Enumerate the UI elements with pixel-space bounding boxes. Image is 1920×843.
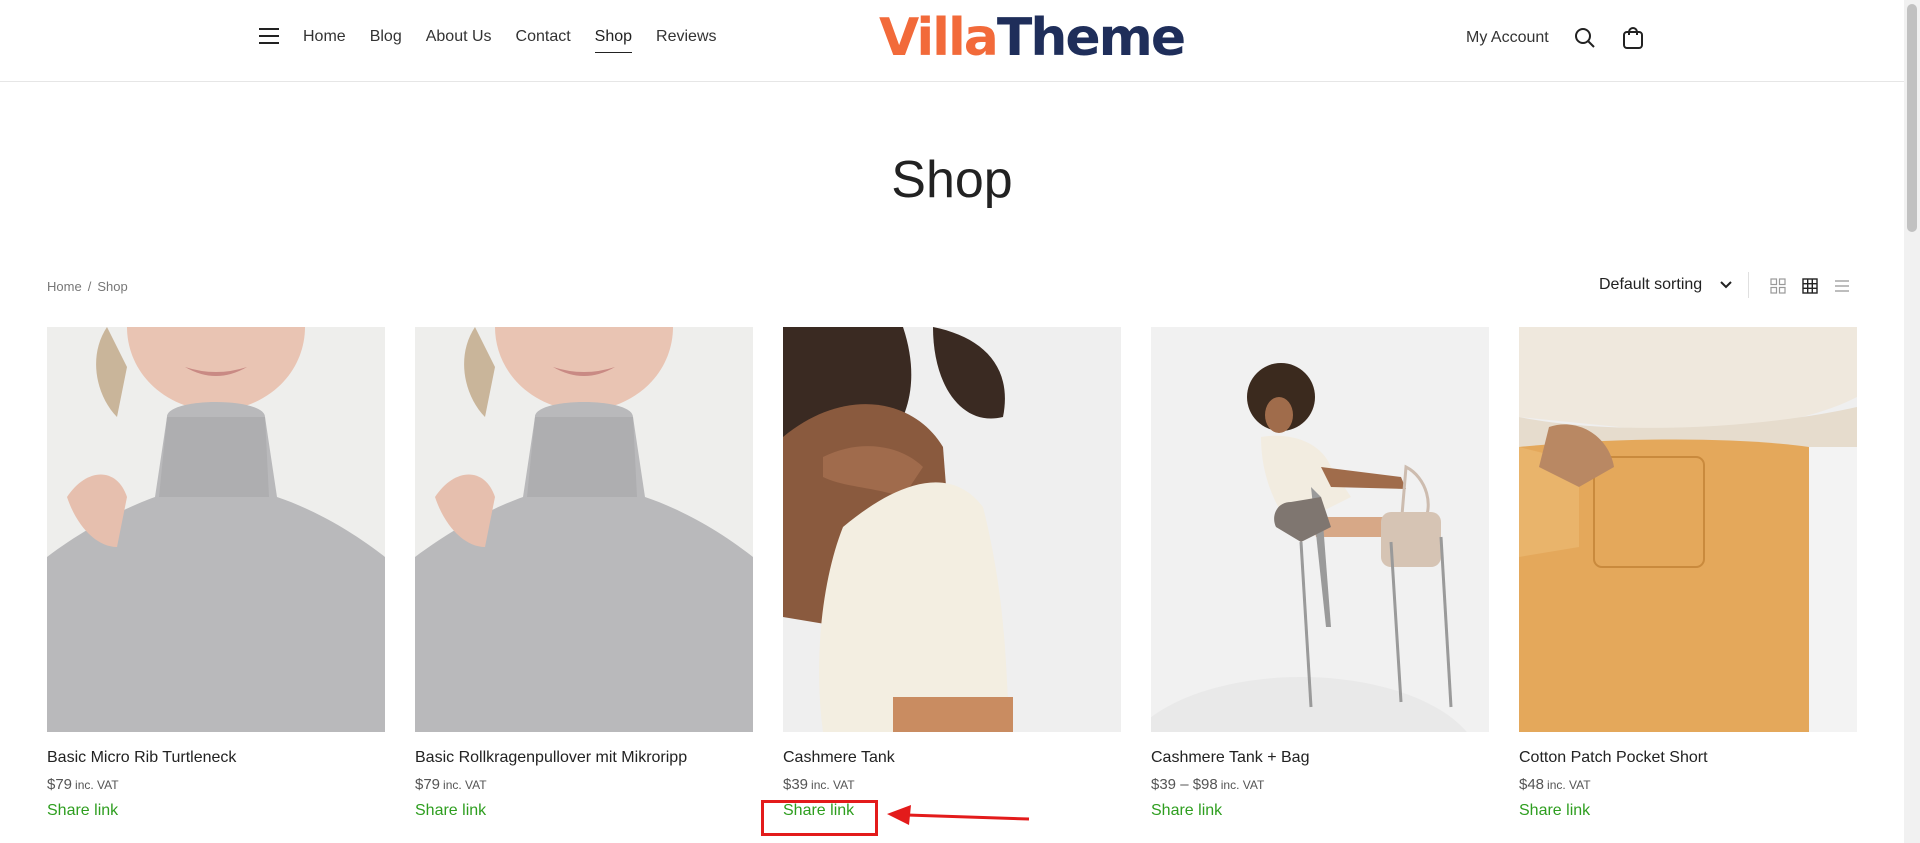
- product-card: Basic Micro Rib Turtleneck $79 inc. VAT S…: [47, 327, 385, 820]
- share-link[interactable]: Share link: [415, 802, 486, 820]
- price-value: $39 – $98: [1151, 776, 1218, 793]
- price-value: $39: [783, 776, 809, 793]
- grid-icon[interactable]: [1802, 278, 1818, 294]
- product-name[interactable]: Basic Rollkragenpullover mit Mikroripp: [415, 749, 753, 767]
- share-link[interactable]: Share link: [47, 802, 118, 820]
- product-name[interactable]: Cotton Patch Pocket Short: [1519, 749, 1857, 767]
- price-value: $79: [47, 776, 73, 793]
- logo-part-villa: Villa: [879, 8, 999, 68]
- cart-icon[interactable]: [1621, 26, 1645, 50]
- scrollbar-thumb[interactable]: [1907, 4, 1917, 232]
- my-account-link[interactable]: My Account: [1466, 29, 1549, 47]
- share-link[interactable]: Share link: [1151, 802, 1222, 820]
- product-image[interactable]: [47, 327, 385, 732]
- search-icon[interactable]: [1573, 26, 1597, 50]
- product-name[interactable]: Basic Micro Rib Turtleneck: [47, 749, 385, 767]
- product-image[interactable]: [783, 327, 1121, 732]
- annotation-arrow-icon: [887, 805, 1030, 825]
- breadcrumb-separator: /: [87, 279, 92, 294]
- product-price: $79 inc. VAT: [47, 776, 385, 793]
- product-card: Cotton Patch Pocket Short $48 inc. VAT Sh…: [1519, 327, 1857, 820]
- product-image[interactable]: [1151, 327, 1489, 732]
- product-card: Cashmere Tank $39 inc. VAT Share link: [783, 327, 1121, 820]
- main-nav: Home Blog About Us Contact Shop Reviews: [303, 28, 741, 53]
- product-price: $39 – $98 inc. VAT: [1151, 776, 1489, 793]
- product-card: Cashmere Tank + Bag $39 – $98 inc. VAT Sh…: [1151, 327, 1489, 820]
- page-scrollbar[interactable]: [1904, 0, 1920, 843]
- price-value: $48: [1519, 776, 1545, 793]
- sorting-label: Default sorting: [1599, 276, 1703, 293]
- nav-reviews[interactable]: Reviews: [656, 28, 716, 53]
- breadcrumb: Home / Shop: [47, 279, 128, 294]
- logo-part-theme: Theme: [996, 8, 1186, 68]
- vat-label: inc. VAT: [811, 778, 855, 792]
- product-price: $39 inc. VAT: [783, 776, 1121, 793]
- nav-contact[interactable]: Contact: [516, 28, 571, 53]
- chevron-down-icon: [1720, 281, 1732, 289]
- nav-about-us[interactable]: About Us: [426, 28, 492, 53]
- toolbar-divider: [1748, 272, 1749, 298]
- header-actions: My Account: [1466, 26, 1669, 50]
- annotation-highlight-box: [761, 800, 878, 836]
- product-price: $48 inc. VAT: [1519, 776, 1857, 793]
- product-price: $79 inc. VAT: [415, 776, 753, 793]
- site-header: Home Blog About Us Contact Shop Reviews …: [0, 0, 1904, 82]
- product-image[interactable]: [415, 327, 753, 732]
- site-logo[interactable]: Villa Theme: [879, 8, 1186, 68]
- vat-label: inc. VAT: [1547, 778, 1591, 792]
- vat-label: inc. VAT: [1220, 778, 1265, 792]
- price-value: $79: [415, 776, 441, 793]
- nav-home[interactable]: Home: [303, 28, 346, 53]
- breadcrumb-home[interactable]: Home: [47, 279, 82, 294]
- page-title: Shop: [891, 151, 1013, 209]
- vat-label: inc. VAT: [443, 778, 487, 792]
- product-name[interactable]: Cashmere Tank: [783, 749, 1121, 767]
- nav-blog[interactable]: Blog: [370, 28, 402, 53]
- share-link[interactable]: Share link: [1519, 802, 1590, 820]
- breadcrumb-current: Shop: [97, 279, 128, 294]
- product-grid: Basic Micro Rib Turtleneck $79 inc. VAT S…: [47, 327, 1857, 820]
- vat-label: inc. VAT: [75, 778, 119, 792]
- product-card: Basic Rollkragenpullover mit Mikroripp $…: [415, 327, 753, 820]
- nav-shop[interactable]: Shop: [594, 28, 633, 53]
- product-name[interactable]: Cashmere Tank + Bag: [1151, 749, 1489, 767]
- view-toggle: [1770, 278, 1850, 294]
- hamburger-icon[interactable]: [259, 28, 279, 44]
- product-image[interactable]: [1519, 327, 1857, 732]
- grid-small-icon[interactable]: [1770, 278, 1786, 294]
- sorting-select[interactable]: Default sorting: [1599, 276, 1732, 294]
- list-icon[interactable]: [1834, 278, 1850, 294]
